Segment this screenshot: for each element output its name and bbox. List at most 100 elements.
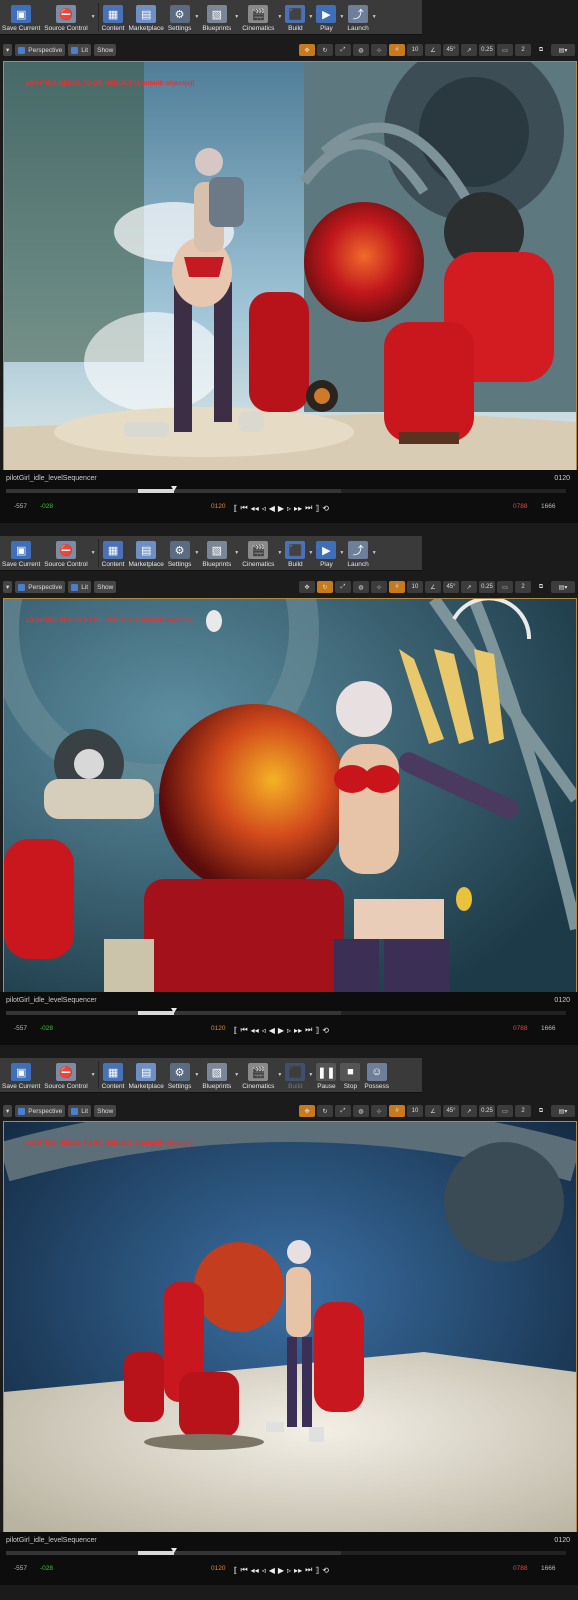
lit-button[interactable]: Lit <box>68 1105 92 1117</box>
world-icon[interactable]: ◍ <box>353 1105 369 1117</box>
prev-frame-icon[interactable]: ◃ <box>262 1566 266 1575</box>
scale-snap-icon[interactable]: ↗ <box>461 44 477 56</box>
layout-icon[interactable]: ▤▾ <box>551 44 575 56</box>
scale-icon[interactable]: ⤢ <box>335 44 351 56</box>
grid-size-value[interactable]: 10 <box>407 1105 423 1117</box>
source-control-button[interactable]: ⛔ Source Control <box>42 0 89 34</box>
camera-speed-icon[interactable]: ▭ <box>497 1105 513 1117</box>
set-end-icon[interactable]: ⟧ <box>315 504 319 513</box>
maximize-icon[interactable]: ⧉ <box>533 1105 549 1117</box>
blueprints-dropdown[interactable]: ▼ <box>233 1058 240 1092</box>
build-button[interactable]: ⬛ Build <box>283 0 307 34</box>
rotate-icon[interactable]: ↻ <box>317 44 333 56</box>
viewport-options-button[interactable]: ▾ <box>3 44 13 56</box>
settings-dropdown[interactable]: ▼ <box>193 1058 200 1092</box>
launch-button[interactable]: ⤴ Launch <box>345 0 370 34</box>
grid-snap-icon[interactable]: # <box>389 1105 405 1117</box>
viewport-1[interactable]: LIGHTING NEEDS TO BE REBUILT (3 unbuilt … <box>3 61 577 471</box>
grid-size-value[interactable]: 10 <box>407 44 423 56</box>
scale-icon[interactable]: ⤢ <box>335 1105 351 1117</box>
play-current-value[interactable]: 0120 <box>211 1565 225 1572</box>
settings-button[interactable]: ⚙ Settings <box>166 0 194 34</box>
playhead[interactable] <box>171 1008 177 1013</box>
set-end-icon[interactable]: ⟧ <box>315 1566 319 1575</box>
rotate-icon[interactable]: ↻ <box>317 1105 333 1117</box>
jump-start-icon[interactable]: ⏮ <box>240 1025 247 1035</box>
play-forward-icon[interactable]: ▶ <box>278 1566 284 1575</box>
content-button[interactable]: ▦ Content <box>100 536 127 570</box>
cinematics-button[interactable]: 🎬 Cinematics <box>240 0 276 34</box>
blueprints-dropdown[interactable]: ▼ <box>233 536 240 570</box>
view-end-value[interactable]: 1666 <box>541 503 555 510</box>
next-frame-icon[interactable]: ▹ <box>287 1026 291 1035</box>
set-start-icon[interactable]: ⟦ <box>234 1566 238 1575</box>
settings-button[interactable]: ⚙ Settings <box>166 536 194 570</box>
loop-icon[interactable]: ⟲ <box>322 504 329 513</box>
angle-snap-icon[interactable]: ∠ <box>425 44 441 56</box>
prev-frame-icon[interactable]: ◃ <box>262 504 266 513</box>
build-dropdown[interactable]: ▼ <box>307 0 314 34</box>
maximize-icon[interactable]: ⧉ <box>533 44 549 56</box>
content-button[interactable]: ▦ Content <box>100 0 127 34</box>
playhead[interactable] <box>171 1548 177 1553</box>
play-button[interactable]: ▶ Play <box>314 0 338 34</box>
grid-snap-icon[interactable]: # <box>389 44 405 56</box>
scale-snap-value[interactable]: 0.25 <box>479 44 495 56</box>
angle-snap-value[interactable]: 45° <box>443 581 459 593</box>
settings-button[interactable]: ⚙ Settings <box>166 1058 194 1092</box>
play-end-value[interactable]: 0788 <box>513 1025 527 1032</box>
viewport-3[interactable]: LIGHTING NEEDS TO BE REBUILT (3 unbuilt … <box>3 1121 577 1549</box>
timeline-track[interactable] <box>6 486 566 493</box>
maximize-icon[interactable]: ⧉ <box>533 581 549 593</box>
show-button[interactable]: Show <box>94 44 117 56</box>
marketplace-button[interactable]: ▤ Marketplace <box>126 0 165 34</box>
view-end-value[interactable]: 1666 <box>541 1565 555 1572</box>
pause-button[interactable]: ❚❚ Pause <box>314 1058 338 1092</box>
camera-speed-value[interactable]: 2 <box>515 1105 531 1117</box>
layout-icon[interactable]: ▤▾ <box>551 581 575 593</box>
show-button[interactable]: Show <box>94 581 117 593</box>
next-frame-icon[interactable]: ▹ <box>287 504 291 513</box>
translate-icon[interactable]: ✥ <box>299 44 315 56</box>
translate-icon[interactable]: ✥ <box>299 581 315 593</box>
jump-start-icon[interactable]: ⏮ <box>240 1565 247 1575</box>
save-current-button[interactable]: ▣ Save Current <box>0 536 42 570</box>
loop-icon[interactable]: ⟲ <box>322 1026 329 1035</box>
translate-icon[interactable]: ✥ <box>299 1105 315 1117</box>
play-start-value[interactable]: -028 <box>40 503 53 510</box>
layout-icon[interactable]: ▤▾ <box>551 1105 575 1117</box>
show-button[interactable]: Show <box>94 1105 117 1117</box>
scale-icon[interactable]: ⤢ <box>335 581 351 593</box>
loop-icon[interactable]: ⟲ <box>322 1566 329 1575</box>
angle-snap-value[interactable]: 45° <box>443 1105 459 1117</box>
camera-speed-value[interactable]: 2 <box>515 44 531 56</box>
step-forward-icon[interactable]: ▸▸ <box>294 1566 302 1575</box>
play-dropdown[interactable]: ▼ <box>338 0 345 34</box>
play-reverse-icon[interactable]: ◀ <box>269 1566 275 1575</box>
play-current-value[interactable]: 0120 <box>211 503 225 510</box>
scale-snap-icon[interactable]: ↗ <box>461 581 477 593</box>
rotate-icon[interactable]: ↻ <box>317 581 333 593</box>
save-current-button[interactable]: ▣ Save Current <box>0 1058 42 1092</box>
prev-frame-icon[interactable]: ◃ <box>262 1026 266 1035</box>
blueprints-dropdown[interactable]: ▼ <box>233 0 240 34</box>
perspective-button[interactable]: Perspective <box>15 1105 66 1117</box>
angle-snap-icon[interactable]: ∠ <box>425 1105 441 1117</box>
grid-size-value[interactable]: 10 <box>407 581 423 593</box>
source-control-button[interactable]: ⛔ Source Control <box>42 1058 89 1092</box>
blueprints-button[interactable]: ▧ Blueprints <box>200 536 233 570</box>
surface-snap-icon[interactable]: ⊹ <box>371 581 387 593</box>
play-end-value[interactable]: 0788 <box>513 1565 527 1572</box>
play-start-value[interactable]: -028 <box>40 1565 53 1572</box>
play-forward-icon[interactable]: ▶ <box>278 1026 284 1035</box>
play-reverse-icon[interactable]: ◀ <box>269 504 275 513</box>
set-start-icon[interactable]: ⟦ <box>234 504 238 513</box>
viewport-options-button[interactable]: ▾ <box>3 581 13 593</box>
next-frame-icon[interactable]: ▹ <box>287 1566 291 1575</box>
source-control-dropdown[interactable]: ▼ <box>90 1058 97 1092</box>
cinematics-dropdown[interactable]: ▼ <box>276 1058 283 1092</box>
step-forward-icon[interactable]: ▸▸ <box>294 1026 302 1035</box>
stop-button[interactable]: ■ Stop <box>338 1058 362 1092</box>
marketplace-button[interactable]: ▤ Marketplace <box>126 536 165 570</box>
surface-snap-icon[interactable]: ⊹ <box>371 1105 387 1117</box>
